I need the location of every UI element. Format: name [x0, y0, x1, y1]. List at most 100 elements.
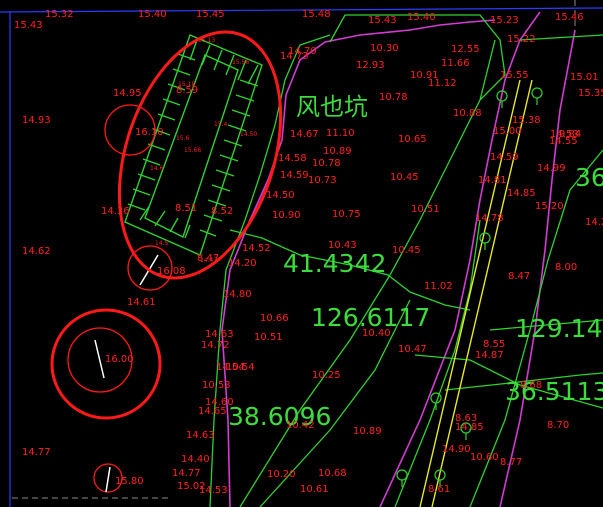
elevation-label: 15.48	[302, 9, 331, 20]
elevation-label: 14.78	[475, 213, 504, 224]
elevation-label: 11.10	[326, 128, 355, 139]
area-label: 129.141	[515, 314, 603, 343]
elevation-label: 14.70	[288, 46, 317, 57]
svg-text:14.6: 14.6	[150, 165, 164, 172]
elevation-label: 12.93	[356, 60, 385, 71]
svg-text:15.66: 15.66	[184, 147, 201, 154]
elevation-label: 14.40	[181, 454, 210, 465]
elevation-label: 10.60	[470, 452, 499, 463]
elevation-label: 14.53	[199, 485, 228, 496]
elevation-label: 10.20	[267, 469, 296, 480]
elevation-label: 10.54	[226, 362, 255, 373]
elevation-label: 14.59	[490, 152, 519, 163]
elevation-label: 10.42	[286, 420, 315, 431]
elevation-label: 10.43	[328, 240, 357, 251]
elevation-label: 14.87	[475, 350, 504, 361]
elevation-label: 10.61	[300, 484, 329, 495]
elevation-label: 10.91	[410, 70, 439, 81]
elevation-label: 10.45	[390, 172, 419, 183]
elevation-label: 10.88	[453, 108, 482, 119]
elevation-label: 16.00	[105, 354, 134, 365]
elevation-label: 14.95	[113, 88, 142, 99]
svg-text:14.50: 14.50	[240, 131, 257, 138]
elevation-label: 14.62	[22, 246, 51, 257]
elevation-label: 15.35	[578, 88, 603, 99]
elevation-label: 8.68	[520, 380, 542, 391]
elevation-label: 10.53	[202, 380, 231, 391]
elevation-label: 8.00	[555, 262, 577, 273]
elevation-label: 15.22	[507, 34, 536, 45]
elevation-label: 14.63	[186, 430, 215, 441]
elevation-label: 8.51	[175, 203, 197, 214]
elevation-label: 10.75	[332, 209, 361, 220]
elevation-label: 14.77	[22, 447, 51, 458]
svg-text:15.4: 15.4	[214, 121, 228, 128]
elevation-label: 14.36	[101, 206, 130, 217]
svg-text:14.5: 14.5	[155, 240, 169, 247]
elevation-label: 14.67	[290, 129, 319, 140]
svg-text:15.56: 15.56	[232, 59, 249, 66]
elevation-label: 15.38	[512, 115, 541, 126]
elevation-label: 15.40	[407, 12, 436, 23]
elevation-label: 14.63	[205, 329, 234, 340]
elevation-label: 14.85	[455, 422, 484, 433]
elevation-label: 14.58	[278, 153, 307, 164]
elevation-label: 8.70	[547, 420, 569, 431]
elevation-label: 14.52	[242, 243, 271, 254]
elevation-label: 14.81	[478, 175, 507, 186]
elevation-label: 16.08	[157, 266, 186, 277]
elevation-label: 14.90	[442, 444, 471, 455]
area-label: 38.6096	[228, 402, 331, 431]
elevation-label: 14.59	[280, 170, 309, 181]
elevation-label: 15.00	[493, 126, 522, 137]
elevation-label: 15.23	[490, 15, 519, 26]
elevation-label: 10.47	[398, 344, 427, 355]
elevation-label: 11.66	[441, 58, 470, 69]
elevation-label: 10.30	[370, 43, 399, 54]
svg-text:15.18: 15.18	[178, 81, 195, 88]
elevation-label: 10.40	[362, 328, 391, 339]
svg-text:15.13: 15.13	[198, 37, 215, 44]
elevation-label: 12.55	[451, 44, 480, 55]
elevation-label: 10.25	[312, 370, 341, 381]
elevation-label: 14.93	[22, 115, 51, 126]
elevation-label: 8.55	[483, 339, 505, 350]
area-label-stray: 36	[575, 163, 603, 192]
svg-text:14.47: 14.47	[200, 257, 217, 264]
elevation-label: 10.73	[308, 175, 337, 186]
cad-canvas[interactable]: 41.4342 126.6117 129.141 38.6096 36.5113…	[0, 0, 603, 507]
elevation-label: 10.51	[254, 332, 283, 343]
elevation-label: 14.25	[585, 217, 603, 228]
elevation-label: 14.65	[198, 406, 227, 417]
elevation-label: 14.99	[537, 163, 566, 174]
elevation-label: 15.32	[45, 9, 74, 20]
elevation-label: 16.10	[135, 127, 164, 138]
elevation-label: 8.77	[500, 457, 522, 468]
elevation-label: 8.52	[211, 206, 233, 217]
elevation-label: 14.55	[549, 136, 578, 147]
elevation-label: 15.43	[14, 20, 43, 31]
elevation-label: 15.46	[555, 12, 584, 23]
elevation-label: 10.66	[260, 313, 289, 324]
elevation-label: 15.43	[368, 15, 397, 26]
elevation-label: 14.72	[201, 340, 230, 351]
cad-drawing-viewport[interactable]: 41.4342 126.6117 129.141 38.6096 36.5113…	[0, 0, 603, 507]
elevation-label: 15.01	[570, 72, 599, 83]
elevation-label: 15.80	[115, 476, 144, 487]
elevation-label: 14.61	[127, 297, 156, 308]
area-label: 41.4342	[283, 249, 386, 278]
chinese-text-fragment: 风也坑	[296, 93, 368, 121]
elevation-label: 14.50	[266, 190, 295, 201]
elevation-label: 15.20	[535, 201, 564, 212]
elevation-label: 10.51	[411, 204, 440, 215]
elevation-label: 8.47	[508, 271, 530, 282]
elevation-label: 15.45	[196, 9, 225, 20]
elevation-label: 10.45	[392, 245, 421, 256]
elevation-label: 15.55	[500, 70, 529, 81]
elevation-label: 10.89	[353, 426, 382, 437]
elevation-label: 10.89	[323, 146, 352, 157]
elevation-label: 11.02	[424, 281, 453, 292]
elevation-label: 14.77	[172, 468, 201, 479]
svg-text:15.6: 15.6	[176, 135, 190, 142]
elevation-label: 14.20	[228, 258, 257, 269]
